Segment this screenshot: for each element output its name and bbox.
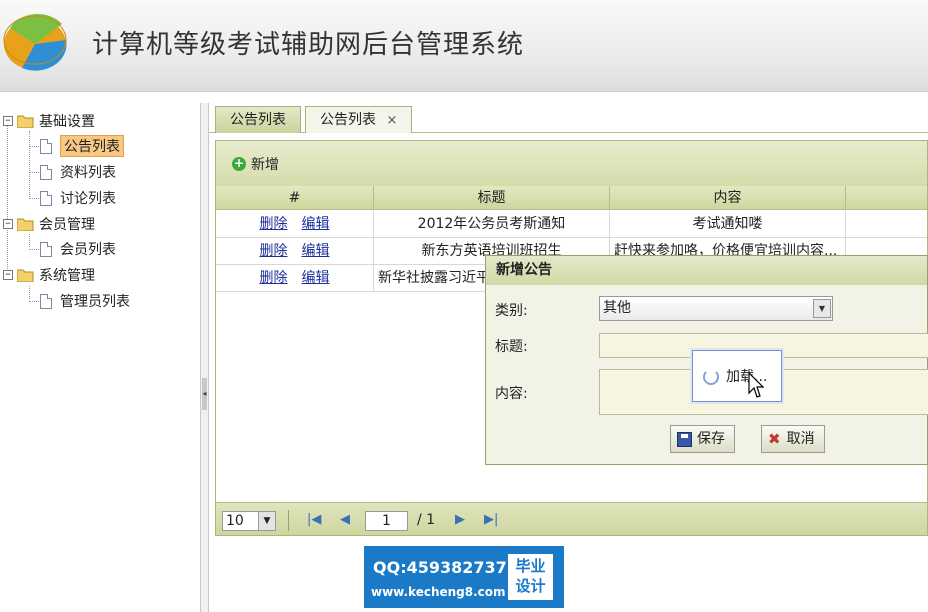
loading-indicator: 加载... [692, 350, 782, 402]
dialog-title[interactable]: 新增公告 [486, 256, 927, 285]
tree-group-label: 系统管理 [39, 268, 95, 284]
row-actions: 删除 编辑 [216, 211, 374, 238]
watermark-tag: 毕业 设计 [508, 554, 553, 600]
file-icon [40, 190, 52, 206]
column-header-title[interactable]: 标题 [374, 186, 610, 210]
collapse-toggle-icon[interactable]: − [3, 270, 13, 280]
save-icon [677, 431, 692, 447]
mouse-cursor-icon [748, 372, 764, 398]
title-label: 标题: [495, 339, 528, 355]
column-header-content[interactable]: 内容 [610, 186, 846, 210]
file-icon [40, 164, 52, 180]
collapse-toggle-icon[interactable]: − [3, 219, 13, 229]
logo-icon [3, 13, 67, 71]
tab-bar: 公告列表 公告列表 × [209, 103, 928, 133]
tree-group-basic-settings[interactable]: − 基础设置 [3, 110, 95, 132]
row-actions: 删除 编辑 [216, 265, 374, 292]
delete-link[interactable]: 删除 [260, 270, 288, 286]
cancel-icon: ✖ [768, 430, 781, 448]
edit-link[interactable]: 编辑 [302, 243, 330, 259]
content-label: 内容: [495, 386, 528, 402]
file-icon [40, 293, 52, 309]
edit-link[interactable]: 编辑 [302, 270, 330, 286]
app-header: 计算机等级考试辅助网后台管理系统 [0, 0, 928, 92]
chevron-down-icon[interactable]: ▼ [813, 299, 831, 318]
tree-item-label: 公告列表 [60, 135, 124, 157]
delete-link[interactable]: 删除 [260, 216, 288, 232]
cancel-button[interactable]: ✖ 取消 [761, 425, 825, 453]
watermark-qq: QQ:459382737 [373, 558, 507, 577]
tab-label: 公告列表 [230, 112, 286, 128]
tree-group-label: 会员管理 [39, 217, 95, 233]
sidebar-splitter[interactable]: ◂ [201, 103, 209, 612]
tree-group-system-management[interactable]: − 系统管理 [3, 264, 95, 286]
watermark-url: www.kecheng8.com [371, 585, 506, 599]
total-pages: / 1 [417, 512, 436, 528]
save-button[interactable]: 保存 [670, 425, 735, 453]
add-label: 新增 [251, 157, 279, 173]
grid-header: # 标题 内容 [216, 186, 927, 210]
collapse-toggle-icon[interactable]: − [3, 116, 13, 126]
prev-page-icon[interactable]: ◀ [340, 512, 350, 527]
tree-group-member-management[interactable]: − 会员管理 [3, 213, 95, 235]
chevron-down-icon[interactable]: ▼ [258, 512, 275, 530]
column-header-actions[interactable]: # [216, 186, 374, 210]
add-icon: + [232, 156, 246, 171]
tab-label: 公告列表 [320, 112, 376, 128]
next-page-icon[interactable]: ▶ [455, 512, 465, 527]
delete-link[interactable]: 删除 [260, 243, 288, 259]
page-number-input[interactable]: 1 [365, 511, 408, 531]
last-page-icon[interactable]: ▶| [484, 512, 498, 527]
cell-title: 2012年公务员考斯通知 [374, 211, 610, 238]
tree-group-label: 基础设置 [39, 114, 95, 130]
spinner-icon [703, 369, 719, 385]
folder-open-icon [17, 218, 34, 231]
page-size-select[interactable]: 10 ▼ [222, 511, 276, 531]
tree-item-member-list[interactable]: 会员列表 [40, 238, 116, 260]
folder-open-icon [17, 115, 34, 128]
tab-notice-list-active[interactable]: 公告列表 × [305, 106, 413, 133]
tree-item-label: 会员列表 [60, 242, 116, 258]
cell-content: 考试通知喽 [610, 211, 846, 238]
watermark-tag-line1: 毕业 [515, 557, 546, 575]
category-select[interactable]: 其他 ▼ [599, 296, 833, 321]
category-value: 其他 [603, 300, 631, 316]
cancel-label: 取消 [786, 431, 815, 447]
folder-open-icon [17, 269, 34, 282]
row-actions: 删除 编辑 [216, 238, 374, 265]
category-label: 类别: [495, 303, 528, 319]
save-label: 保存 [697, 431, 725, 447]
app-title: 计算机等级考试辅助网后台管理系统 [92, 30, 525, 60]
tree-item-label: 讨论列表 [60, 191, 116, 207]
tree-item-notice-list[interactable]: 公告列表 [40, 135, 124, 157]
tab-notice-list[interactable]: 公告列表 [215, 106, 301, 133]
watermark-banner: QQ:459382737 www.kecheng8.com 毕业 设计 [364, 546, 564, 608]
tree-item-material-list[interactable]: 资料列表 [40, 161, 116, 183]
tree-item-label: 管理员列表 [60, 294, 130, 310]
table-row[interactable]: 删除 编辑 2012年公务员考斯通知 考试通知喽 [216, 211, 927, 238]
close-icon[interactable]: × [386, 113, 397, 128]
tree-item-label: 资料列表 [60, 165, 116, 181]
edit-link[interactable]: 编辑 [302, 216, 330, 232]
first-page-icon[interactable]: |◀ [307, 512, 321, 527]
divider [288, 510, 289, 531]
file-icon [40, 241, 52, 257]
collapse-arrow-icon[interactable]: ◂ [202, 378, 207, 410]
sidebar-tree: − 基础设置 公告列表 资料列表 讨论列表 − 会员管理 会员列表 − 系统管理… [0, 103, 201, 612]
file-icon [40, 138, 52, 154]
watermark-tag-line2: 设计 [515, 577, 546, 595]
tree-item-discussion-list[interactable]: 讨论列表 [40, 187, 116, 209]
tree-item-admin-list[interactable]: 管理员列表 [40, 290, 130, 312]
grid-toolbar: + 新增 [216, 141, 927, 186]
page-size-value: 10 [226, 513, 244, 529]
pagination-bar: 10 ▼ |◀ ◀ 1 / 1 ▶ ▶| [216, 502, 927, 535]
add-button[interactable]: + 新增 [232, 154, 279, 174]
